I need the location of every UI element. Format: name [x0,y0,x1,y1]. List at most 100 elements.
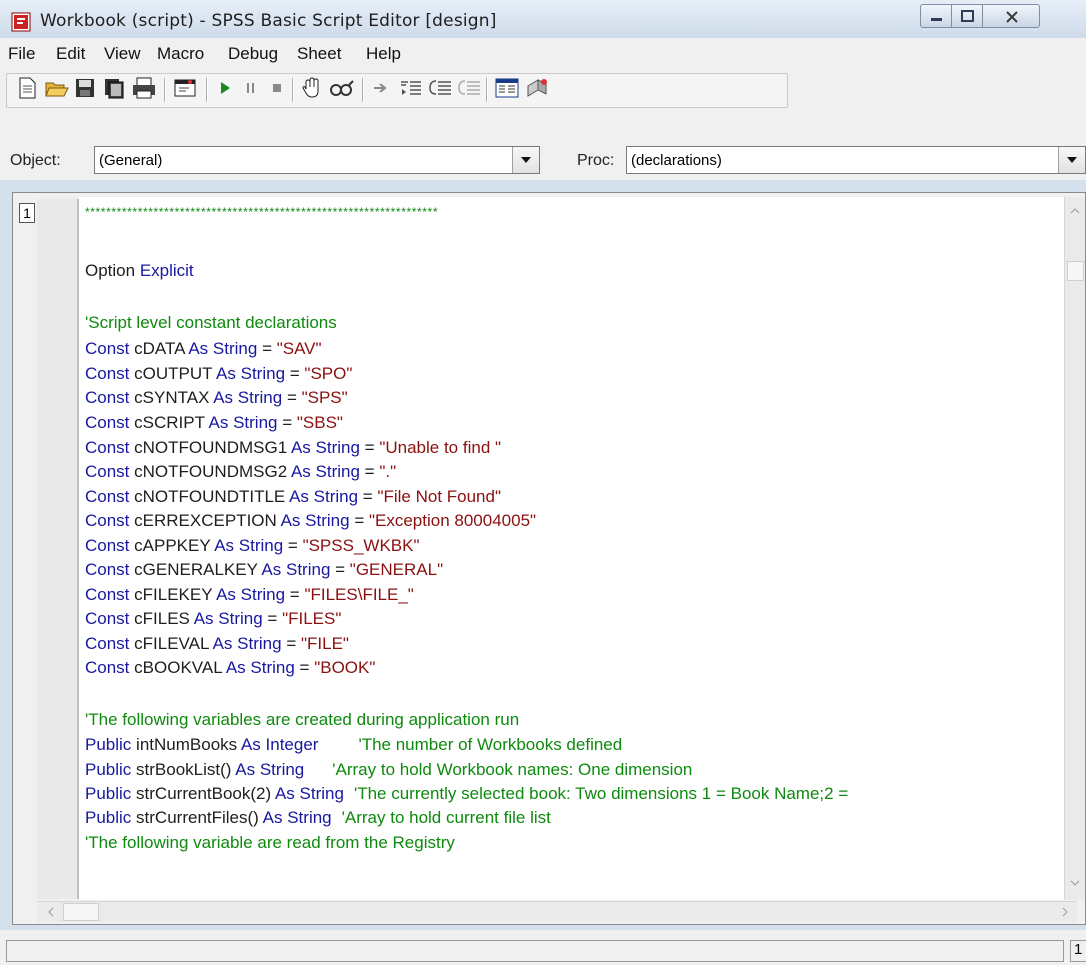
code-line: Public strBookList() As String 'Array to … [85,760,692,780]
scroll-thumb[interactable] [63,903,99,921]
code-line-stars: ****************************************… [85,205,439,219]
code-string: "File Not Found" [377,487,502,506]
code-keyword: Explicit [139,261,194,280]
code-identifier: cSCRIPT [134,413,205,432]
menu-help[interactable]: Help [366,44,401,64]
proc-label: Proc: [577,152,615,169]
print-icon[interactable] [131,76,157,102]
code-keyword: String [315,438,360,457]
code-identifier: cFILEVAL [134,634,209,653]
code-keyword: String [240,364,286,383]
code-keyword: String [313,487,359,506]
code-line: Const cFILEKEY As String = "FILES\FILE_" [85,585,414,604]
new-icon[interactable] [16,76,42,102]
code-keyword: As [214,536,235,555]
code-keyword: As [280,511,301,530]
code-keyword: String [240,585,286,604]
watch-icon[interactable] [327,76,354,102]
code-area[interactable]: ****************************************… [79,197,1064,900]
app-icon[interactable] [11,12,31,32]
code-line: Const cNOTFOUNDTITLE As String = "File N… [85,487,502,506]
scroll-left-icon[interactable] [41,902,61,922]
code-keyword: Public [85,760,132,779]
code-keyword: String [315,462,360,481]
code-comment: 'Script level constant declarations [85,313,337,332]
scroll-down-icon[interactable] [1065,873,1085,893]
menu-debug[interactable]: Debug [228,44,278,64]
stop-icon[interactable] [266,76,292,102]
code-keyword: Public [85,808,132,827]
scroll-up-icon[interactable] [1065,201,1085,221]
scroll-right-icon[interactable] [1055,902,1075,922]
code-string: "FILES\FILE_" [304,585,414,604]
menu-sheet[interactable]: Sheet [297,44,341,64]
code-keyword: As [289,487,309,506]
status-value: 1 [1070,940,1086,962]
status-panel [6,940,1064,962]
code-keyword: Const [85,658,130,677]
code-line: Const cGENERALKEY As String = "GENERAL" [85,560,444,579]
code-string: "SPS" [301,388,348,407]
code-string: "SAV" [276,339,322,358]
close-button[interactable] [982,4,1040,28]
minimize-icon [931,18,942,21]
object-browser-icon[interactable] [524,76,550,102]
code-comment: 'The currently selected book: Two dimens… [353,784,849,803]
code-line: 'The following variables are created dur… [85,710,519,730]
code-comment: 'Array to hold current file list [341,808,551,827]
dialog-editor-icon[interactable] [172,76,198,102]
object-select[interactable]: (General) [94,146,540,174]
code-keyword: Const [85,364,130,383]
object-dropdown-arrow[interactable] [512,147,539,173]
code-identifier: cNOTFOUNDMSG1 [134,438,288,457]
menu-file[interactable]: File [8,44,35,64]
step-into-icon[interactable] [398,76,424,102]
scroll-thumb[interactable] [1067,261,1084,281]
pause-icon[interactable] [240,76,266,102]
properties-icon[interactable] [494,76,520,102]
code-keyword: Const [85,339,130,358]
code-line: Public strCurrentFiles() As String 'Array… [85,808,551,828]
run-icon[interactable] [214,76,240,102]
step-over-icon[interactable] [428,76,454,102]
code-line: Const cFILEVAL As String = "FILE" [85,634,349,653]
minimize-button[interactable] [920,4,952,28]
code-line: Const cSCRIPT As String = "SBS" [85,413,343,432]
open-icon[interactable] [44,76,70,102]
code-identifier: strCurrentFiles() [136,808,259,827]
step-arrow-icon[interactable] [370,76,396,102]
proc-dropdown-arrow[interactable] [1058,147,1085,173]
code-keyword: As [261,560,282,579]
menu-view[interactable]: View [104,44,141,64]
maximize-icon [961,10,974,22]
code-keyword: As [235,760,256,779]
code-keyword: As [208,413,229,432]
code-keyword: String [305,511,350,530]
step-out-icon[interactable] [457,76,483,102]
code-keyword: As [216,364,236,383]
code-string: "BOOK" [314,658,376,677]
copy-icon[interactable] [102,76,128,102]
code-text: Option [85,261,140,280]
hand-icon[interactable] [300,76,326,102]
code-keyword: Const [85,388,130,407]
object-proc-bar: Object: (General) Proc: (declarations) [0,110,1086,180]
code-keyword: As [290,462,311,481]
menu-edit[interactable]: Edit [56,44,85,64]
code-identifier: strCurrentBook(2) [136,784,272,803]
code-keyword: String [259,760,305,779]
code-keyword: Const [85,609,130,628]
code-identifier: cSYNTAX [134,388,210,407]
vertical-scrollbar[interactable] [1064,197,1085,900]
code-keyword: As [290,438,311,457]
code-keyword: Const [85,487,130,506]
code-string: "FILES" [282,609,342,628]
chevron-down-icon [521,157,531,163]
code-keyword: Const [85,462,130,481]
proc-select[interactable]: (declarations) [626,146,1086,174]
horizontal-scrollbar[interactable] [37,901,1077,922]
menu-macro[interactable]: Macro [157,44,204,64]
code-keyword: As [262,808,283,827]
maximize-button[interactable] [951,4,983,28]
save-icon[interactable] [74,76,100,102]
